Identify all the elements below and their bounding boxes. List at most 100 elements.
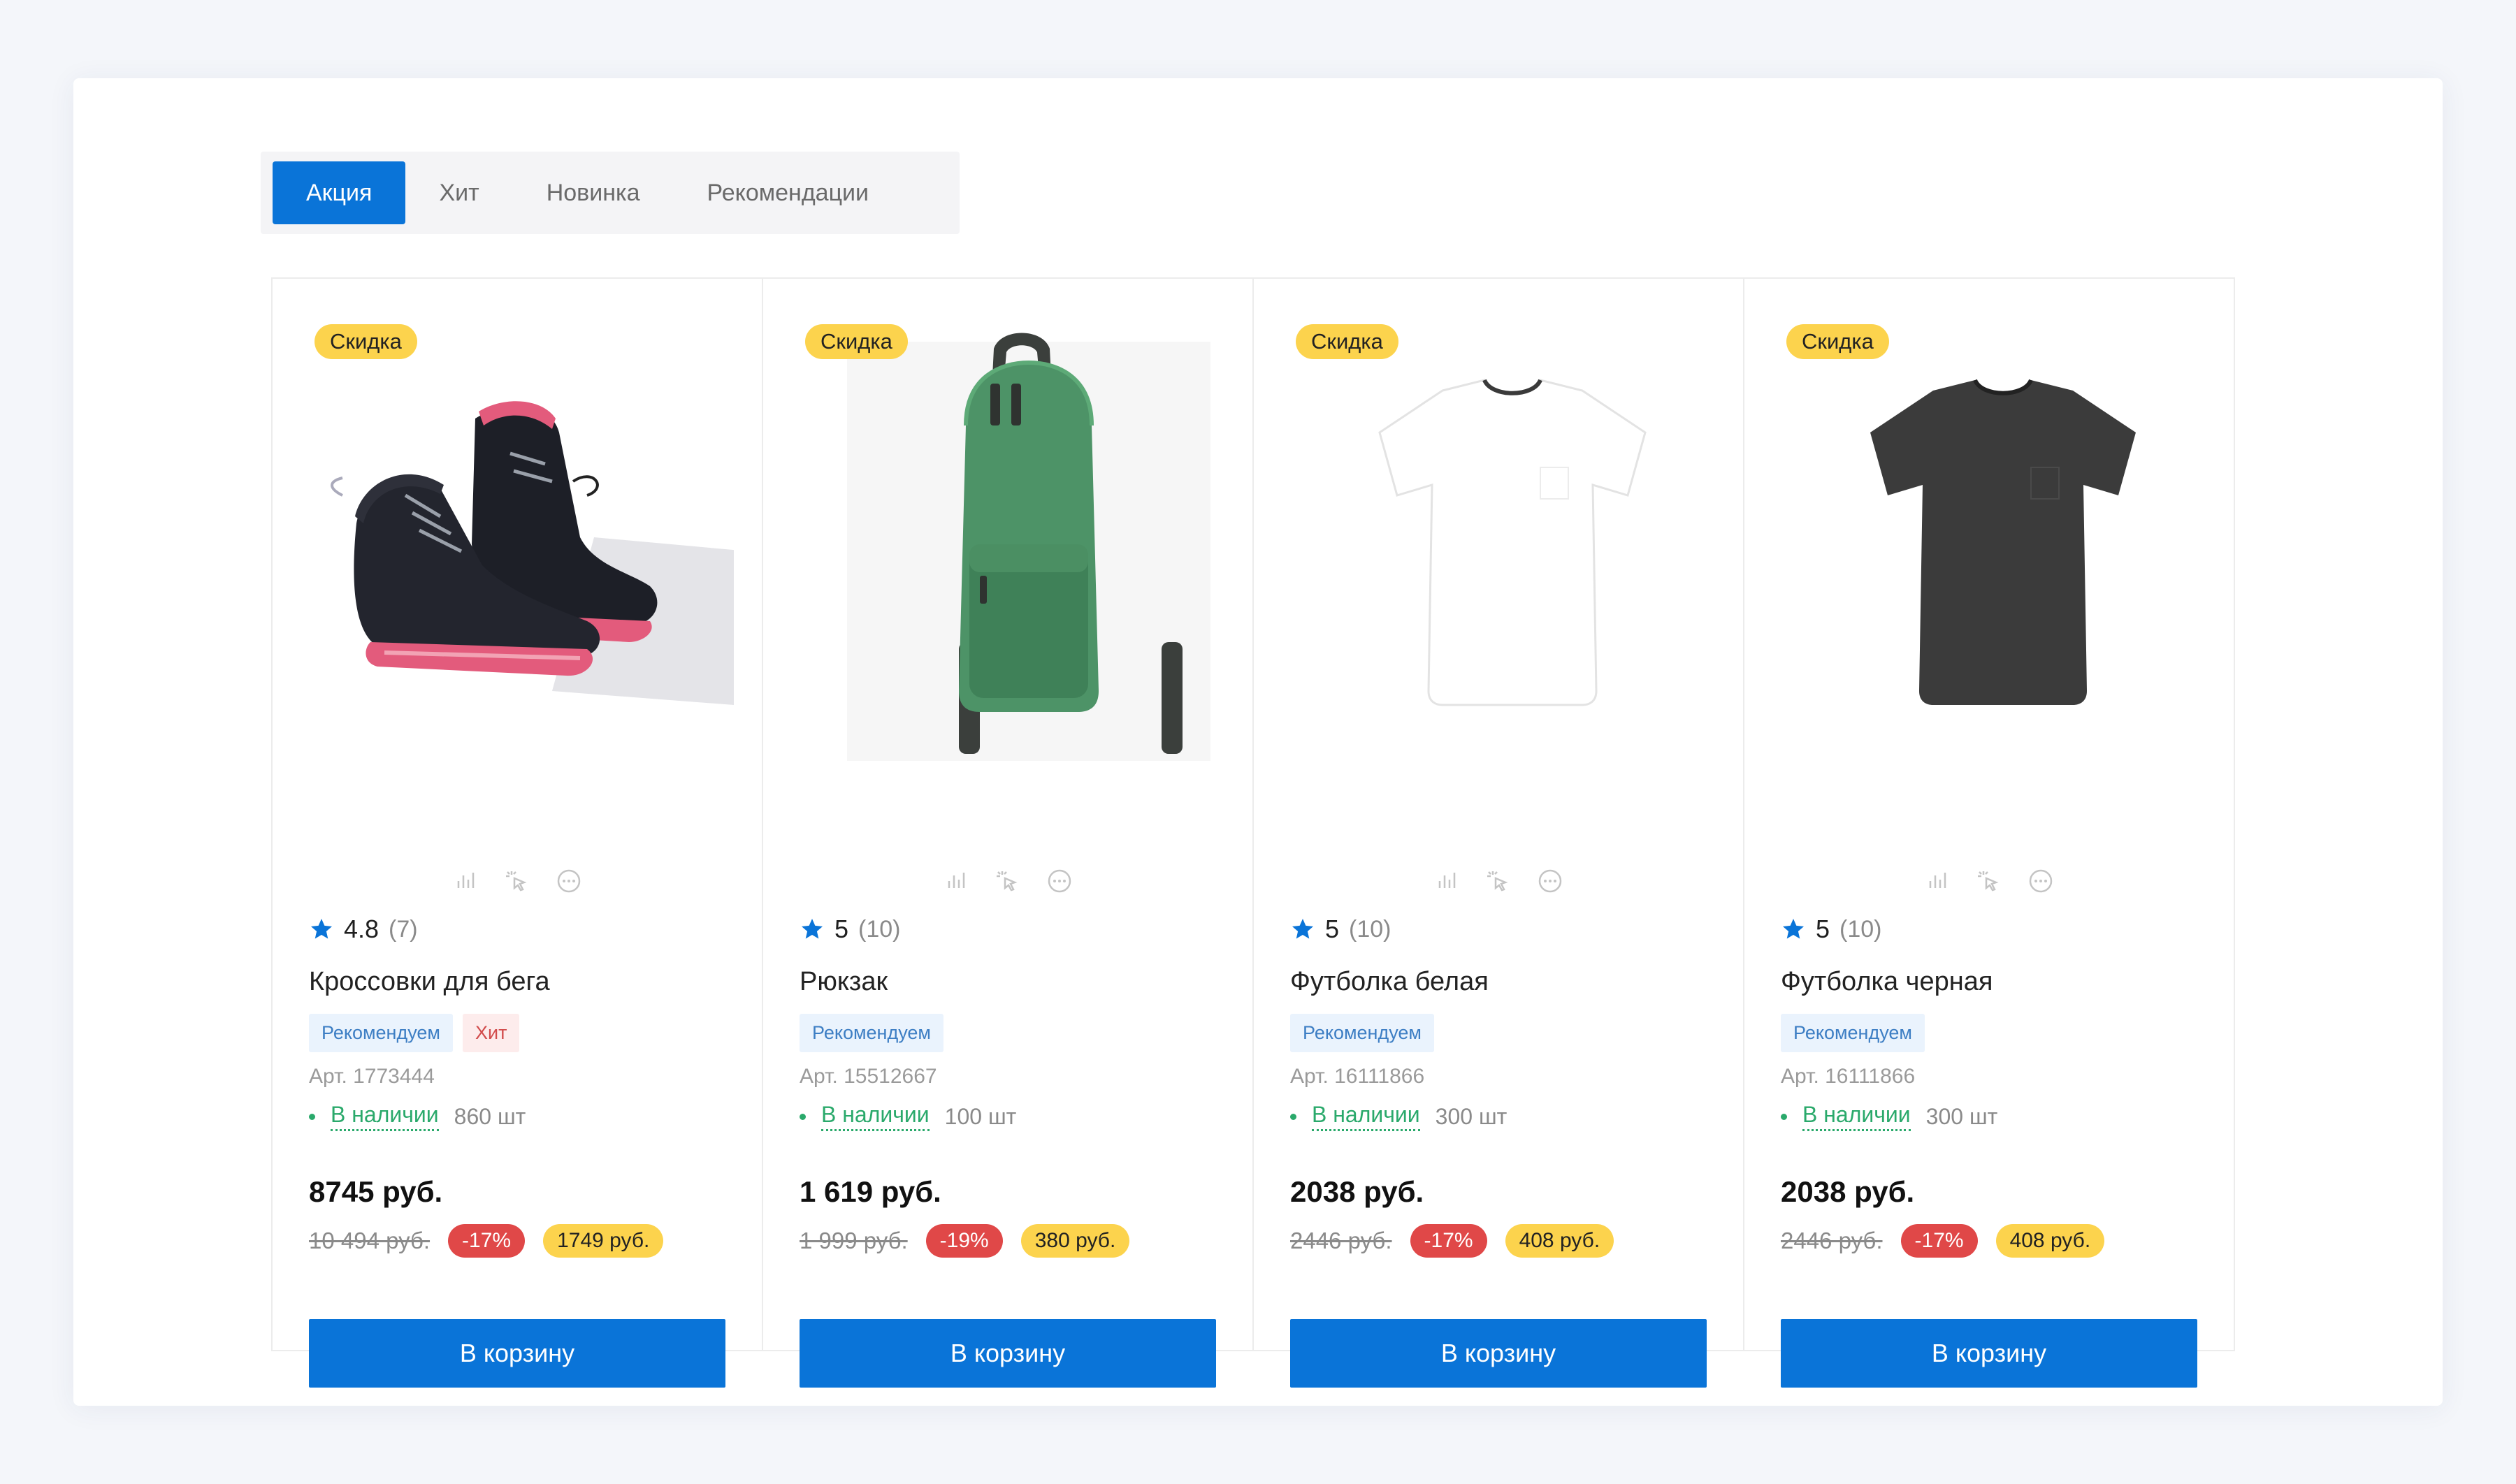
card-actions: [273, 866, 762, 896]
price-details: 2446 руб. -17% 408 руб.: [1290, 1224, 1614, 1258]
stock-status: В наличии 300 шт: [1290, 1102, 1507, 1131]
stock-quantity: 300 шт: [1925, 1103, 1998, 1129]
white-tshirt-image[interactable]: [1282, 314, 1715, 761]
backpack-image[interactable]: [791, 314, 1224, 761]
more-icon[interactable]: [1535, 866, 1566, 896]
review-count[interactable]: (10): [858, 916, 900, 943]
current-price: 8745 руб.: [309, 1175, 443, 1208]
rating-value: 4.8: [344, 915, 379, 943]
tab-new[interactable]: Новинка: [513, 161, 674, 224]
discount-badge: -19%: [925, 1224, 1003, 1258]
compare-icon[interactable]: [941, 866, 971, 896]
product-tabs: Акция Хит Новинка Рекомендации: [261, 152, 960, 234]
card-actions: [763, 866, 1252, 896]
sale-badge: Скидка: [1296, 324, 1398, 359]
stock-dot: [800, 1113, 806, 1120]
add-to-cart-button[interactable]: В корзину: [1290, 1319, 1707, 1388]
price-details: 10 494 руб. -17% 1749 руб.: [309, 1224, 664, 1258]
saving-badge: 408 руб.: [1995, 1224, 2105, 1258]
availability-link[interactable]: В наличии: [1312, 1102, 1420, 1131]
product-title[interactable]: Кроссовки для бега: [309, 967, 550, 997]
star-icon: [800, 917, 825, 942]
discount-badge: -17%: [1900, 1224, 1978, 1258]
star-icon: [1781, 917, 1806, 942]
stock-quantity: 860 шт: [454, 1103, 526, 1129]
price-details: 2446 руб. -17% 408 руб.: [1781, 1224, 2105, 1258]
old-price: 1 999 руб.: [800, 1228, 908, 1253]
review-count[interactable]: (10): [1839, 916, 1881, 943]
saving-badge: 1749 руб.: [543, 1224, 664, 1258]
availability-link[interactable]: В наличии: [1802, 1102, 1911, 1131]
star-icon: [309, 917, 334, 942]
rating: 5 (10): [1290, 915, 1391, 944]
recommend-label: Рекомендуем: [1290, 1014, 1434, 1052]
sale-badge: Скидка: [314, 324, 417, 359]
availability-link[interactable]: В наличии: [821, 1102, 930, 1131]
review-count[interactable]: (7): [389, 916, 418, 943]
compare-icon[interactable]: [1431, 866, 1462, 896]
star-icon: [1290, 917, 1315, 942]
catalog-panel: Акция Хит Новинка Рекомендации Скидка 4.…: [73, 78, 2443, 1406]
stock-status: В наличии 100 шт: [800, 1102, 1016, 1131]
quick-view-icon[interactable]: [1974, 866, 2004, 896]
product-title[interactable]: Рюкзак: [800, 967, 888, 997]
rating-value: 5: [1325, 915, 1340, 943]
rating-value: 5: [834, 915, 849, 943]
saving-badge: 380 руб.: [1020, 1224, 1130, 1258]
availability-link[interactable]: В наличии: [331, 1102, 439, 1131]
stock-dot: [1781, 1113, 1787, 1120]
product-sku: Арт. 16111866: [1781, 1065, 1916, 1088]
review-count[interactable]: (10): [1349, 916, 1391, 943]
product-labels: Рекомендуем: [1290, 1014, 1434, 1052]
add-to-cart-button[interactable]: В корзину: [1781, 1319, 2197, 1388]
product-card: Скидка: [1744, 279, 2234, 1388]
hit-label: Хит: [463, 1014, 520, 1052]
discount-badge: -17%: [448, 1224, 526, 1258]
price-details: 1 999 руб. -19% 380 руб.: [800, 1224, 1130, 1258]
stock-quantity: 100 шт: [944, 1103, 1017, 1129]
recommend-label: Рекомендуем: [800, 1014, 944, 1052]
tab-recommendations[interactable]: Рекомендации: [674, 161, 903, 224]
product-labels: Рекомендуем Хит: [309, 1014, 520, 1052]
sale-badge: Скидка: [805, 324, 908, 359]
product-card: Скидка: [763, 279, 1254, 1388]
product-grid: Скидка 4.8 (7) Кроссовки для бега Рекоме…: [271, 277, 2235, 1388]
compare-icon[interactable]: [450, 866, 481, 896]
product-title[interactable]: Футболка белая: [1290, 967, 1489, 997]
old-price: 2446 руб.: [1781, 1228, 1883, 1253]
stock-status: В наличии 300 шт: [1781, 1102, 1997, 1131]
current-price: 2038 руб.: [1290, 1175, 1424, 1208]
compare-icon[interactable]: [1922, 866, 1953, 896]
tab-hit[interactable]: Хит: [405, 161, 512, 224]
add-to-cart-button[interactable]: В корзину: [800, 1319, 1216, 1388]
product-title[interactable]: Футболка черная: [1781, 967, 1993, 997]
recommend-label: Рекомендуем: [1781, 1014, 1925, 1052]
stock-status: В наличии 860 шт: [309, 1102, 526, 1131]
rating-value: 5: [1816, 915, 1830, 943]
quick-view-icon[interactable]: [992, 866, 1023, 896]
card-actions: [1254, 866, 1743, 896]
stock-dot: [1290, 1113, 1296, 1120]
current-price: 1 619 руб.: [800, 1175, 941, 1208]
more-icon[interactable]: [1044, 866, 1075, 896]
rating: 5 (10): [800, 915, 901, 944]
card-actions: [1744, 866, 2234, 896]
quick-view-icon[interactable]: [1483, 866, 1514, 896]
sneakers-image[interactable]: [301, 314, 734, 761]
quick-view-icon[interactable]: [502, 866, 533, 896]
product-sku: Арт. 16111866: [1290, 1065, 1425, 1088]
more-icon[interactable]: [2025, 866, 2056, 896]
saving-badge: 408 руб.: [1505, 1224, 1614, 1258]
old-price: 10 494 руб.: [309, 1228, 431, 1253]
stock-quantity: 300 шт: [1435, 1103, 1508, 1129]
sale-badge: Скидка: [1786, 324, 1889, 359]
add-to-cart-button[interactable]: В корзину: [309, 1319, 725, 1388]
current-price: 2038 руб.: [1781, 1175, 1915, 1208]
product-card: Скидка: [273, 279, 763, 1388]
more-icon[interactable]: [554, 866, 584, 896]
rating: 5 (10): [1781, 915, 1882, 944]
black-tshirt-image[interactable]: [1772, 314, 2206, 761]
rating: 4.8 (7): [309, 915, 418, 944]
product-labels: Рекомендуем: [1781, 1014, 1925, 1052]
tab-sale[interactable]: Акция: [273, 161, 406, 224]
